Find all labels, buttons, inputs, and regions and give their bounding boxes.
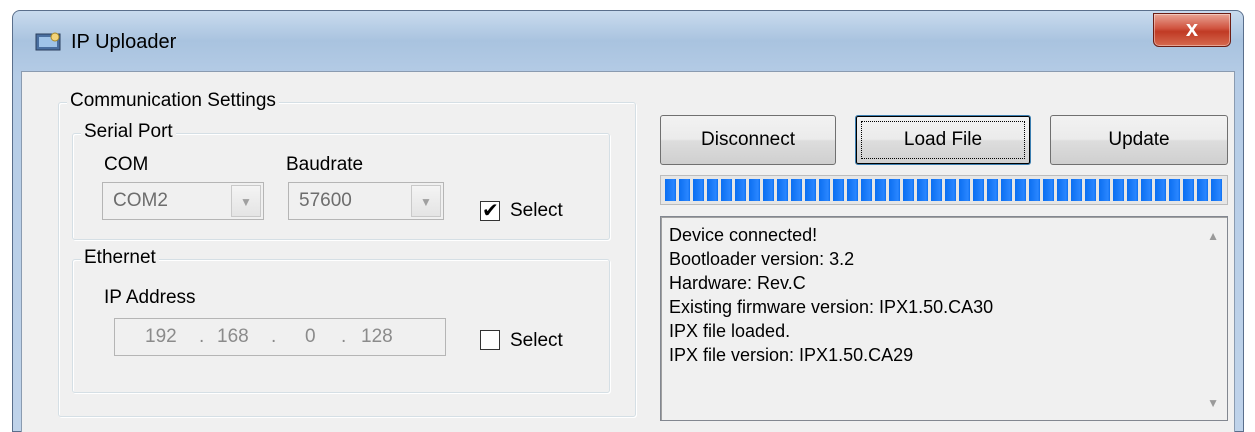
ip-separator: .: [271, 326, 277, 347]
chevron-down-icon[interactable]: ▼: [411, 185, 441, 217]
baudrate-combobox[interactable]: 57600 ▼: [288, 182, 444, 220]
ethernet-select-checkbox[interactable]: [480, 330, 500, 350]
status-log[interactable]: Device connected! Bootloader version: 3.2…: [660, 216, 1228, 421]
com-value: COM2: [113, 190, 168, 211]
ip-octet-3: 0: [305, 326, 316, 347]
ip-octet-1: 192: [145, 326, 177, 347]
close-button[interactable]: x: [1153, 13, 1231, 47]
serial-port-label: Serial Port: [81, 121, 176, 143]
ip-octet-4: 128: [361, 326, 393, 347]
communication-settings-label: Communication Settings: [67, 90, 279, 112]
update-button[interactable]: Update: [1050, 115, 1228, 165]
com-label: COM: [104, 154, 149, 175]
load-file-label: Load File: [903, 129, 983, 150]
log-line: Device connected!: [669, 225, 818, 245]
log-lines: Device connected! Bootloader version: 3.2…: [669, 223, 993, 367]
upload-progress-bar: [660, 175, 1228, 205]
window-title: IP Uploader: [71, 31, 177, 53]
log-line: Bootloader version: 3.2: [669, 249, 855, 269]
baudrate-label: Baudrate: [286, 154, 364, 175]
baudrate-value: 57600: [299, 190, 352, 211]
title-bar[interactable]: IP Uploader x: [13, 11, 1243, 71]
load-file-button[interactable]: Load File: [855, 115, 1031, 165]
close-icon: x: [1185, 16, 1199, 41]
disconnect-button[interactable]: Disconnect: [660, 115, 836, 165]
client-area: Communication Settings Serial Port COM C…: [21, 71, 1235, 432]
ethernet-select-label[interactable]: Select: [510, 330, 563, 352]
checkmark-icon: ✔: [482, 200, 499, 222]
progress-fill: [665, 179, 1223, 201]
serial-select-label[interactable]: Select: [510, 200, 563, 222]
ip-separator: .: [341, 326, 347, 347]
ip-octet-2: 168: [217, 326, 249, 347]
ip-uploader-window: IP Uploader x Communication Settings Ser…: [12, 10, 1244, 432]
ip-address-label: IP Address: [104, 287, 196, 308]
ip-address-field[interactable]: 192 . 168 . 0 . 128: [114, 318, 446, 356]
serial-select-checkbox[interactable]: ✔: [480, 200, 500, 222]
com-combobox[interactable]: COM2 ▼: [102, 182, 264, 220]
scroll-up-icon[interactable]: ▲: [1207, 229, 1219, 243]
log-line: IPX file loaded.: [669, 321, 791, 341]
update-label: Update: [1108, 129, 1170, 150]
log-line: Hardware: Rev.C: [669, 273, 806, 293]
disconnect-label: Disconnect: [701, 129, 795, 150]
ip-separator: .: [199, 326, 205, 347]
app-icon: [35, 32, 61, 51]
log-line: IPX file version: IPX1.50.CA29: [669, 345, 914, 365]
chevron-down-icon[interactable]: ▼: [231, 185, 261, 217]
log-line: Existing firmware version: IPX1.50.CA30: [669, 297, 994, 317]
scroll-down-icon[interactable]: ▼: [1207, 396, 1219, 410]
ethernet-label: Ethernet: [81, 247, 159, 269]
